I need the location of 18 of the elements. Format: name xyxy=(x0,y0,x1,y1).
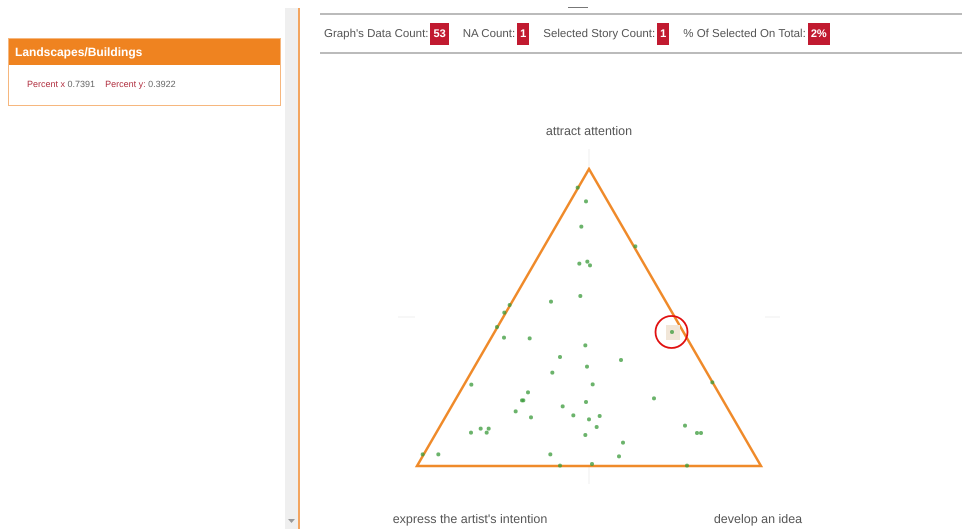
stat-count: 1 xyxy=(517,22,530,44)
resize-handle[interactable] xyxy=(568,7,588,8)
scrollbar[interactable] xyxy=(285,8,300,529)
selected-point-highlight[interactable] xyxy=(654,315,688,349)
axis-label: develop an idea xyxy=(714,512,802,526)
stat-count: 1 xyxy=(657,22,670,44)
axis-label: express the artist's intention xyxy=(392,512,548,526)
percent-field: Percent y: 0.3922 xyxy=(105,79,176,89)
card-title: Landscapes/Buildings xyxy=(9,39,280,65)
scroll-down-icon[interactable] xyxy=(288,519,295,523)
stat-label: Selected Story Count: xyxy=(543,28,656,40)
stat-count: 53 xyxy=(430,22,449,44)
stat-label: Graph's Data Count: xyxy=(324,28,428,40)
stat-label: NA Count: xyxy=(462,28,516,40)
percent-field: Percent x 0.7391 xyxy=(27,79,96,89)
stat-count: 2% xyxy=(808,22,830,44)
axis-label: attract attention xyxy=(546,124,632,138)
stat-label: % Of Selected On Total: xyxy=(683,28,806,40)
